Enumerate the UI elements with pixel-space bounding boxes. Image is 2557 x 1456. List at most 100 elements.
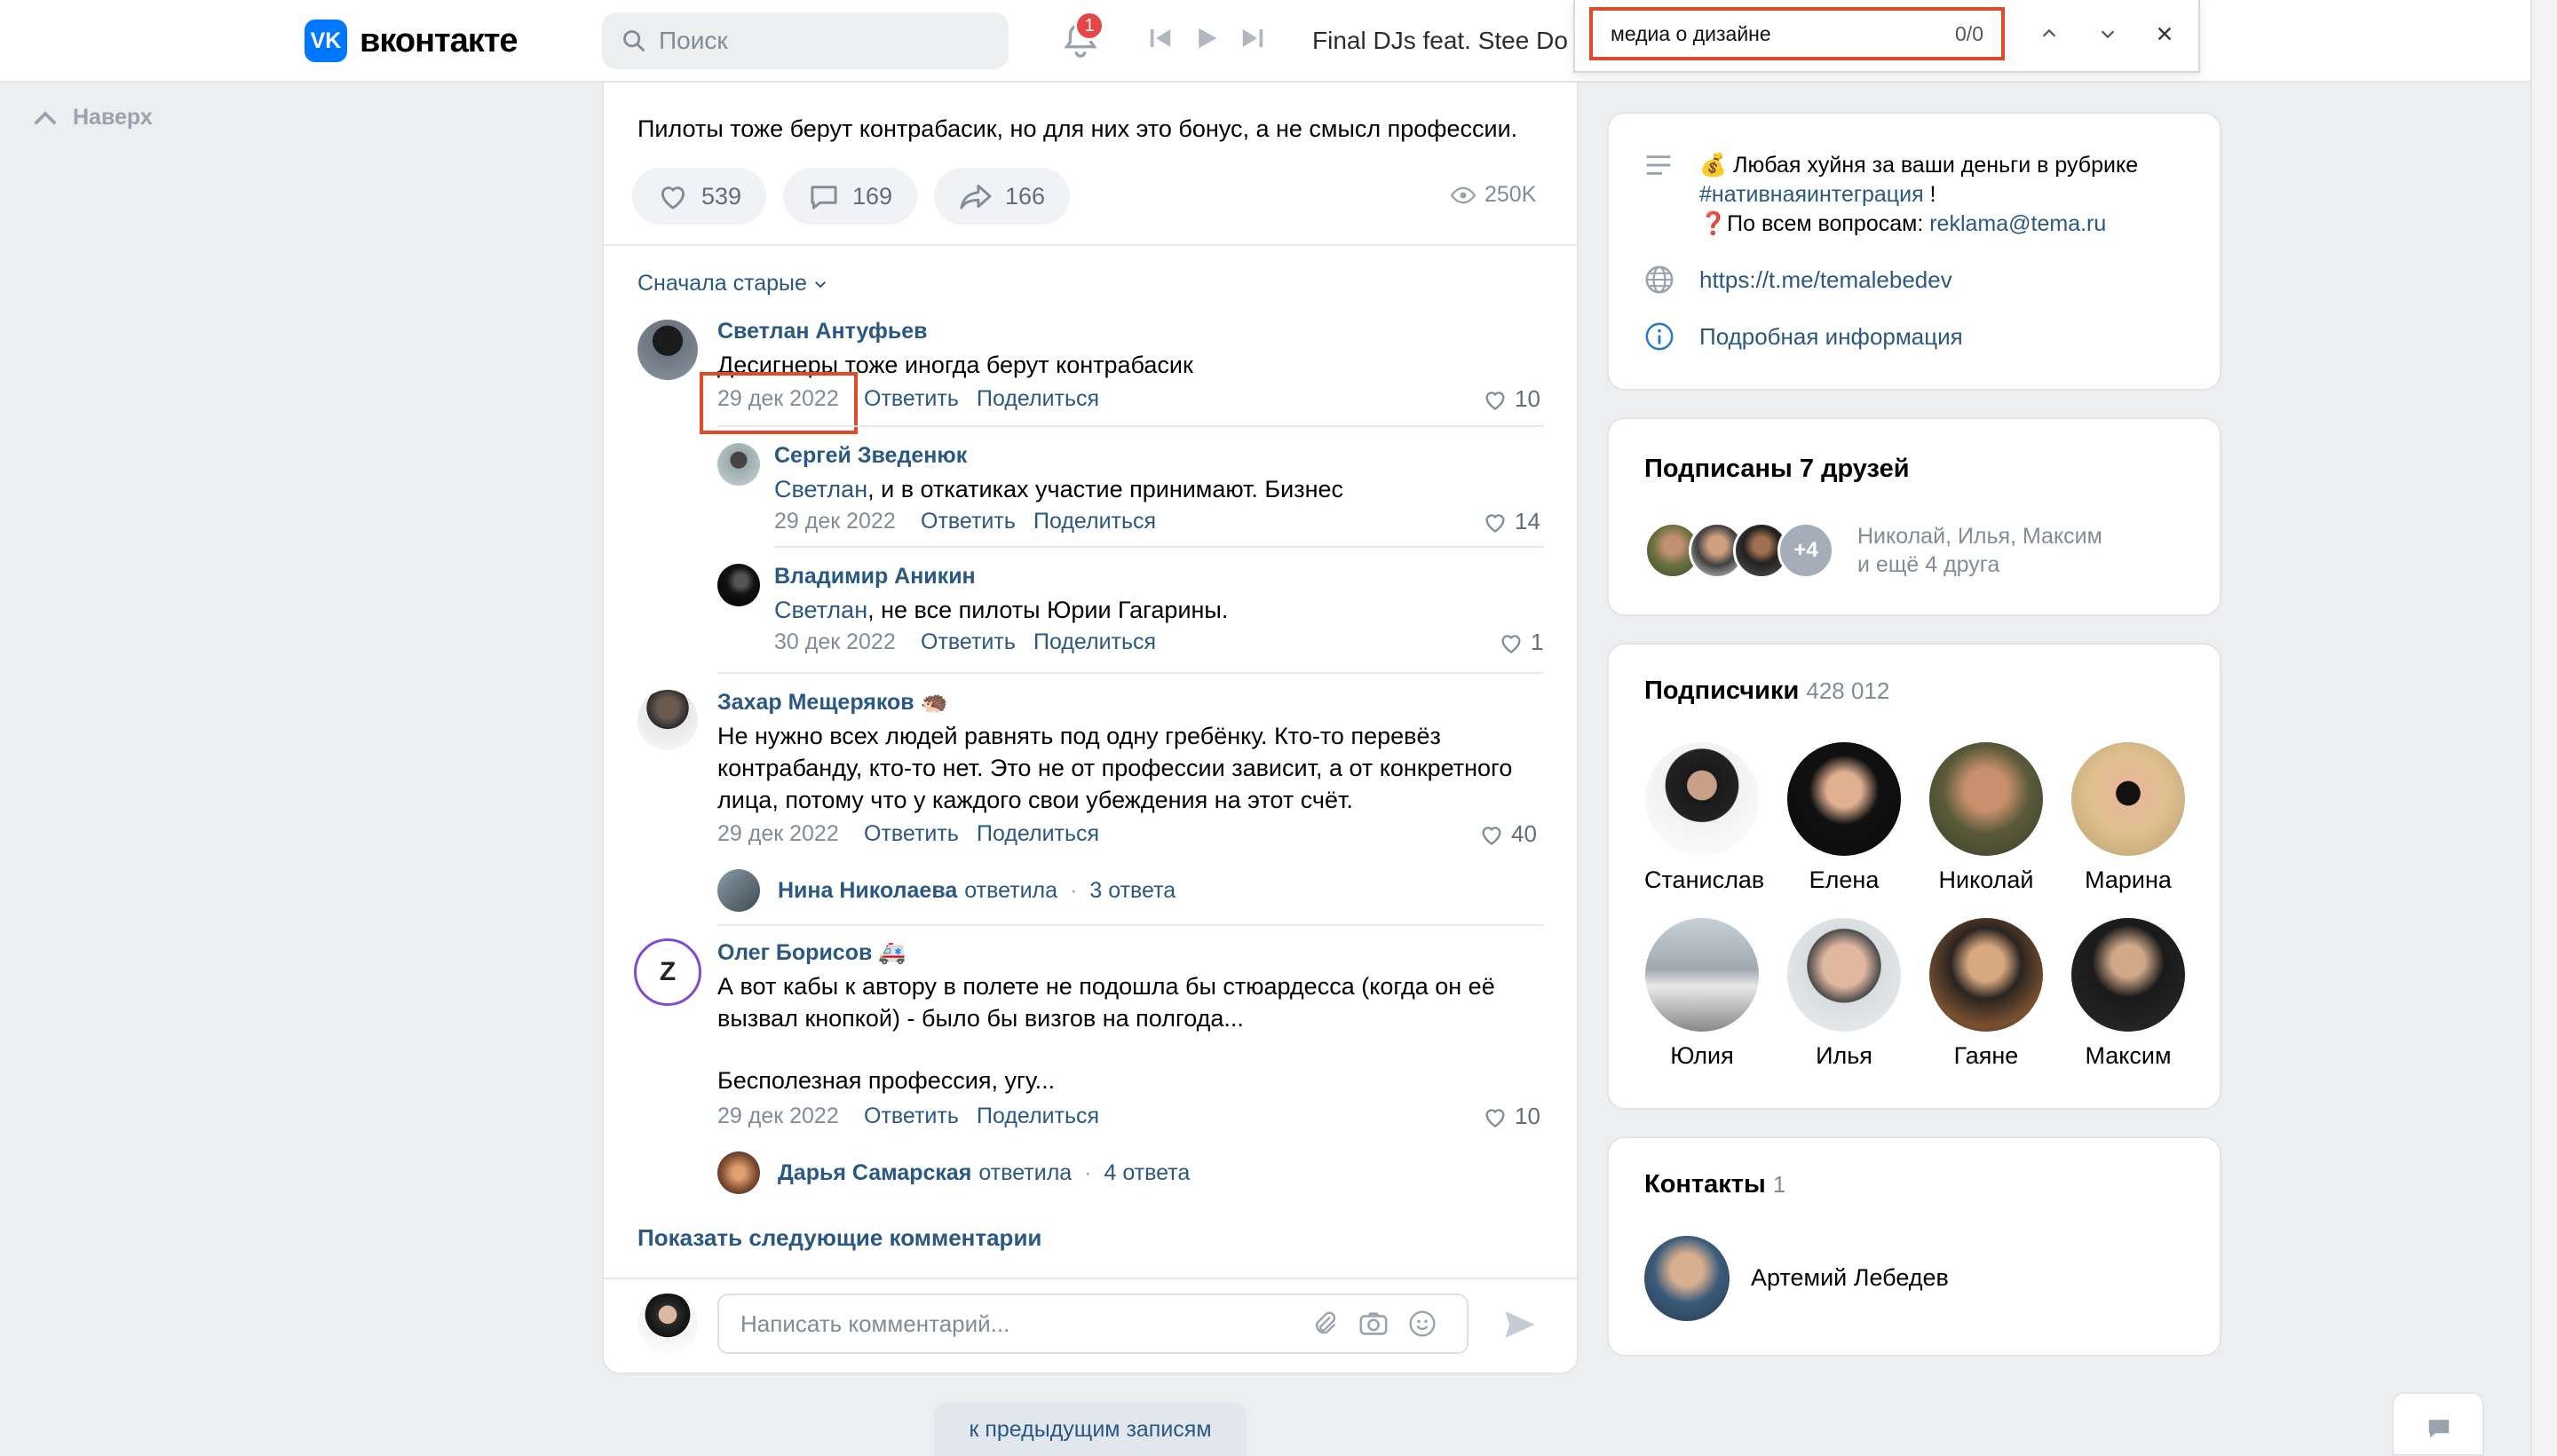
avatar: [1645, 742, 1759, 856]
subscriber[interactable]: Елена: [1786, 742, 1902, 894]
next-track-icon[interactable]: [1239, 25, 1266, 51]
previous-track-icon[interactable]: [1147, 25, 1174, 51]
notification-badge: 1: [1074, 11, 1104, 41]
comment-text-line: Бесполезная профессия, угу...: [717, 1067, 1056, 1094]
comment-date[interactable]: 29 дек 2022: [717, 1104, 839, 1129]
sort-dropdown[interactable]: Сначала старые: [637, 271, 828, 297]
subscriber[interactable]: Илья: [1786, 918, 1902, 1070]
show-more-comments-link[interactable]: Показать следующие комментарии: [637, 1224, 1041, 1252]
post-text: Пилоты тоже берут контрабасик, но для ни…: [637, 115, 1518, 142]
find-input[interactable]: медиа о дизайне 0/0: [1589, 7, 2005, 60]
comment-text-line: А вот кабы к автору в полете не подошла …: [717, 973, 1495, 1000]
camera-icon[interactable]: [1358, 1310, 1389, 1338]
reply-link[interactable]: Ответить: [864, 1104, 959, 1129]
menu-lines-icon: [1646, 155, 1671, 175]
share-link[interactable]: Поделиться: [1033, 629, 1156, 655]
share-button[interactable]: 166: [934, 168, 1071, 225]
email-link[interactable]: reklama@tema.ru: [1929, 211, 2106, 236]
divider: [717, 924, 1543, 926]
avatar[interactable]: Z: [634, 938, 701, 1006]
current-user-avatar[interactable]: [637, 1294, 698, 1354]
chat-button[interactable]: [2392, 1392, 2484, 1456]
audio-player: [1147, 25, 1266, 51]
subscriber[interactable]: Марина: [2070, 742, 2186, 894]
more-info-link[interactable]: Подробная информация: [1699, 323, 1963, 351]
avatar[interactable]: [637, 690, 698, 750]
scroll-to-top-link[interactable]: Наверх: [32, 105, 153, 131]
reply-link[interactable]: Ответить: [864, 821, 959, 847]
thread-verb: ответила: [978, 1159, 1073, 1185]
reply-link[interactable]: Ответить: [864, 386, 959, 412]
more-friends-badge[interactable]: +4: [1777, 522, 1834, 579]
like-button[interactable]: 539: [632, 168, 767, 225]
chevron-up-icon: [34, 110, 57, 125]
mention-link[interactable]: Светлан: [774, 597, 867, 623]
share-link[interactable]: Поделиться: [977, 821, 1099, 847]
avatar: [1929, 742, 2043, 856]
subscriber-name: Марина: [2085, 866, 2172, 893]
heart-icon: [1485, 391, 1505, 410]
reply-link[interactable]: Ответить: [921, 509, 1016, 534]
comment-author[interactable]: Олег Борисов 🚑: [717, 940, 906, 966]
comment-author[interactable]: Владимир Аникин: [774, 564, 976, 590]
subscriber-name: Николай: [1938, 866, 2034, 893]
comment-text-line: вызвал кнопкой) - было бы визгов на полг…: [717, 1005, 1244, 1032]
avatar[interactable]: [717, 564, 760, 606]
comment-like-button[interactable]: 40: [1479, 820, 1537, 848]
friends-names[interactable]: Николай, Илья, Максим и ещё 4 друга: [1857, 522, 2102, 579]
comment-author[interactable]: Сергей Зведенюк: [774, 443, 967, 469]
contact-avatar[interactable]: [1644, 1236, 1730, 1321]
play-icon[interactable]: [1193, 25, 1220, 51]
find-next-button[interactable]: [2092, 18, 2124, 50]
comment-like-button[interactable]: 10: [1483, 385, 1540, 413]
comment-author[interactable]: Захар Мещеряков 🦔: [717, 690, 948, 716]
comment-button[interactable]: 169: [783, 168, 918, 225]
find-close-button[interactable]: [2149, 18, 2181, 50]
comment-like-button[interactable]: 1: [1499, 629, 1543, 656]
replies-thread-link[interactable]: Дарья Самарская ответила · 4 ответа: [717, 1151, 1190, 1194]
send-icon[interactable]: [1502, 1308, 1538, 1341]
dot-separator: ·: [1084, 1159, 1092, 1185]
paperclip-icon[interactable]: [1310, 1310, 1339, 1338]
friends-title[interactable]: Подписаны 7 друзей: [1644, 455, 1910, 484]
subscriber[interactable]: Юлия: [1644, 918, 1760, 1070]
subscriber[interactable]: Гаяне: [1928, 918, 2044, 1070]
scrollbar[interactable]: [2530, 0, 2557, 1456]
subscriber[interactable]: Николай: [1928, 742, 2044, 894]
views: 250K: [1451, 182, 1536, 208]
divider: [717, 425, 1543, 427]
reply-link[interactable]: Ответить: [921, 629, 1016, 655]
comment-author[interactable]: Светлан Антуфьев: [717, 319, 928, 344]
heart-icon: [1485, 513, 1505, 533]
contacts-title[interactable]: Контакты 1: [1644, 1170, 1785, 1199]
find-previous-button[interactable]: [2033, 18, 2065, 50]
comment-date[interactable]: 29 дек 2022: [717, 821, 839, 847]
subscribers-title[interactable]: Подписчики 428 012: [1644, 677, 1889, 706]
track-title[interactable]: Final DJs feat. Stee Do: [1312, 27, 1579, 55]
comment-like-button[interactable]: 14: [1483, 508, 1540, 535]
search-input[interactable]: Поиск: [602, 12, 1009, 69]
eye-icon: [1451, 186, 1476, 203]
comment-date[interactable]: 29 дек 2022: [774, 509, 896, 534]
hashtag-link[interactable]: #нативнаяинтеграция: [1699, 182, 1924, 207]
contact-name[interactable]: Артемий Лебедев: [1751, 1264, 1949, 1292]
share-link[interactable]: Поделиться: [977, 386, 1099, 412]
avatar[interactable]: [717, 443, 760, 486]
mention-link[interactable]: Светлан: [774, 476, 867, 502]
previous-posts-button[interactable]: к предыдущим записям: [934, 1403, 1247, 1456]
avatar[interactable]: [637, 320, 698, 380]
comment-like-button[interactable]: 10: [1483, 1103, 1540, 1130]
comment-text-line: контрабанду, кто-то нет. Это не от профе…: [717, 755, 1513, 781]
search-placeholder: Поиск: [659, 27, 728, 54]
subscriber[interactable]: Максим: [2070, 918, 2186, 1070]
comment-date[interactable]: 30 дек 2022: [774, 629, 896, 655]
subscriber[interactable]: Станислав: [1644, 742, 1764, 894]
vk-logo[interactable]: VK вконтакте: [305, 20, 519, 62]
share-link[interactable]: Поделиться: [977, 1104, 1099, 1129]
comment-input[interactable]: Написать комментарий...: [717, 1294, 1468, 1354]
emoji-icon[interactable]: [1408, 1310, 1437, 1338]
thread-author: Нина Николаева: [778, 877, 958, 903]
share-link[interactable]: Поделиться: [1033, 509, 1156, 534]
website-link[interactable]: https://t.me/temalebedev: [1699, 266, 1952, 294]
replies-thread-link[interactable]: Нина Николаева ответила · 3 ответа: [717, 869, 1176, 912]
